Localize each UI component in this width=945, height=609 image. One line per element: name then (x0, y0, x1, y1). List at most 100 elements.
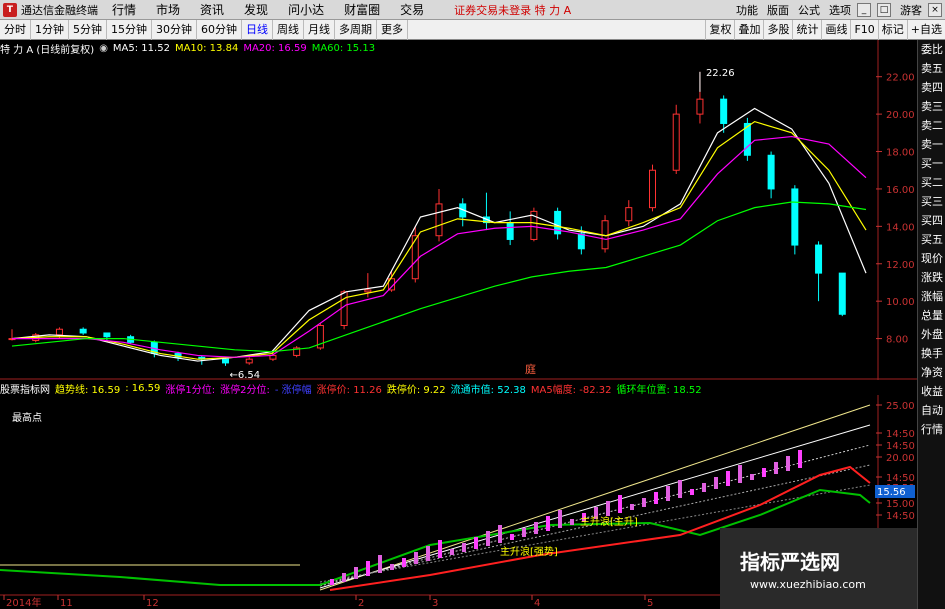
toolbar-right: 复权 叠加 多股 统计 画线 F10 标记 +自选 (705, 19, 945, 40)
guest-label[interactable]: 游客 (900, 2, 922, 18)
side-panel-item[interactable]: 自动 (918, 401, 945, 420)
side-panel-item[interactable]: 净资 (918, 363, 945, 382)
indicator-bar (402, 558, 406, 567)
side-panel-item[interactable]: 收益 (918, 382, 945, 401)
maximize-icon[interactable]: □ (877, 2, 891, 17)
sub-item-3: 涨停1分位: (165, 384, 216, 396)
price-tick-label: 12.00 (886, 260, 915, 271)
menu-options[interactable]: 选项 (829, 2, 851, 18)
side-panel-item[interactable]: 买一 (918, 154, 945, 173)
indicator-bar (366, 561, 370, 576)
indicator-bar (690, 489, 694, 495)
side-panel-item[interactable]: 总量 (918, 306, 945, 325)
menu-functions[interactable]: 功能 (736, 2, 758, 18)
tab-weekly[interactable]: 周线 (273, 19, 304, 40)
indicator-bar (378, 555, 382, 573)
indicator-bar (762, 468, 766, 477)
tab-60min[interactable]: 60分钟 (197, 19, 242, 40)
sub-item-2: : 16.59 (125, 382, 161, 394)
tab-more[interactable]: 更多 (377, 19, 408, 40)
side-panel-item[interactable]: 涨跌 (918, 268, 945, 287)
tab-30min[interactable]: 30分钟 (152, 19, 197, 40)
overlay-button[interactable]: 叠加 (734, 19, 763, 40)
tab-monthly[interactable]: 月线 (304, 19, 335, 40)
multi-stock-button[interactable]: 多股 (763, 19, 792, 40)
indicator-bar (678, 480, 682, 498)
candle-body (55, 328, 63, 336)
sub-item-5: - 涨停幅 (274, 384, 312, 396)
menu-formula[interactable]: 公式 (798, 2, 820, 18)
side-panel-item[interactable]: 卖四 (918, 78, 945, 97)
menu-wealth[interactable]: 财富圈 (344, 1, 380, 18)
side-panel-item[interactable]: 买二 (918, 173, 945, 192)
price-tick-label: 14.00 (886, 222, 915, 233)
watermark-url: www.xuezhibiao.com (750, 578, 866, 591)
date-tick-label: 11 (60, 598, 73, 609)
candle-body (696, 98, 704, 115)
tab-15min[interactable]: 15分钟 (107, 19, 152, 40)
sub-item-7: 跌停价: 9.22 (386, 384, 446, 396)
indicator-bar (426, 546, 430, 561)
tab-intraday[interactable]: 分时 (0, 19, 31, 40)
price-tick-label: 18.00 (886, 148, 915, 159)
tab-5min[interactable]: 5分钟 (69, 19, 107, 40)
draw-button[interactable]: 画线 (821, 19, 850, 40)
sub-chart-info: 股票指标网 趋势线: 16.59 : 16.59 涨停1分位: 涨停2分位: -… (0, 381, 878, 396)
tab-1min[interactable]: 1分钟 (31, 19, 69, 40)
indicator-bar (798, 450, 802, 468)
indicator-bar (474, 537, 478, 549)
indicator-bar (510, 534, 514, 540)
indicator-bar (726, 471, 730, 486)
close-icon[interactable]: × (928, 2, 942, 17)
kline-chart[interactable]: 22.00 20.00 18.00 16.00 14.00 12.00 10.00 8.00 2… (0, 40, 917, 380)
indicator-bar (666, 486, 670, 501)
price-tick-label: 20.00 (886, 110, 915, 121)
sub-left-label: 最高点 (12, 411, 42, 424)
candle-body (625, 207, 633, 222)
indicator-bar (522, 528, 526, 537)
side-panel-item[interactable]: 现价 (918, 249, 945, 268)
quote-side-panel: 委比 卖五 卖四 卖三 卖二 卖一 买一 买二 买三 买四 买五 现价 涨跌 涨幅 总量 外盘 换手 净资 收益 自动… (917, 40, 945, 609)
event-marker[interactable]: 庭 (525, 362, 536, 376)
mark-button[interactable]: 标记 (877, 19, 907, 40)
menu-news[interactable]: 资讯 (200, 1, 224, 18)
date-tick-label: 4 (534, 598, 540, 609)
tab-multi-period[interactable]: 多周期 (335, 19, 377, 40)
side-panel-item[interactable]: 买五 (918, 230, 945, 249)
side-panel-item[interactable]: 买四 (918, 211, 945, 230)
side-panel-item[interactable]: 外盘 (918, 325, 945, 344)
side-panel-item[interactable]: 行情 (918, 420, 945, 439)
sub-tick-label: 25.00 (886, 401, 915, 412)
sub-item-10: 循环年位置: 18.52 (616, 384, 702, 396)
minimize-icon[interactable]: _ (857, 2, 871, 17)
indicator-bar (342, 573, 346, 582)
menu-ask[interactable]: 问小达 (288, 1, 324, 18)
watermark-title: 指标严选网 (740, 550, 840, 574)
add-favorite-button[interactable]: +自选 (906, 19, 945, 40)
adjust-button[interactable]: 复权 (705, 19, 734, 40)
side-panel-item[interactable]: 委比 (918, 40, 945, 59)
menu-trade[interactable]: 交易 (400, 1, 424, 18)
menu-market[interactable]: 市场 (156, 1, 180, 18)
f10-button[interactable]: F10 (850, 19, 877, 40)
menu-layout[interactable]: 版面 (767, 2, 789, 18)
high-label: 22.26 (706, 68, 735, 79)
title-bar: T 通达信金融终端 行情 市场 资讯 发现 问小达 财富圈 交易 证券交易未登录… (0, 0, 945, 20)
side-panel-item[interactable]: 涨幅 (918, 287, 945, 306)
sub-tick-label: 14:50 (886, 441, 915, 452)
side-panel-item[interactable]: 换手 (918, 344, 945, 363)
sub-tick-label: 15.00 (886, 499, 915, 510)
menu-discover[interactable]: 发现 (244, 1, 268, 18)
stats-button[interactable]: 统计 (792, 19, 821, 40)
side-panel-item[interactable]: 卖二 (918, 116, 945, 135)
tab-daily[interactable]: 日线 (242, 19, 273, 40)
date-tick-label: 12 (146, 598, 159, 609)
side-panel-item[interactable]: 卖一 (918, 135, 945, 154)
side-panel-item[interactable]: 卖五 (918, 59, 945, 78)
side-panel-item[interactable]: 卖三 (918, 97, 945, 116)
menu-quotes[interactable]: 行情 (112, 1, 136, 18)
app-logo-icon: T (3, 2, 17, 17)
indicator-name[interactable]: 股票指标网 (0, 381, 50, 396)
side-panel-item[interactable]: 买三 (918, 192, 945, 211)
indicator-bar (390, 564, 394, 570)
